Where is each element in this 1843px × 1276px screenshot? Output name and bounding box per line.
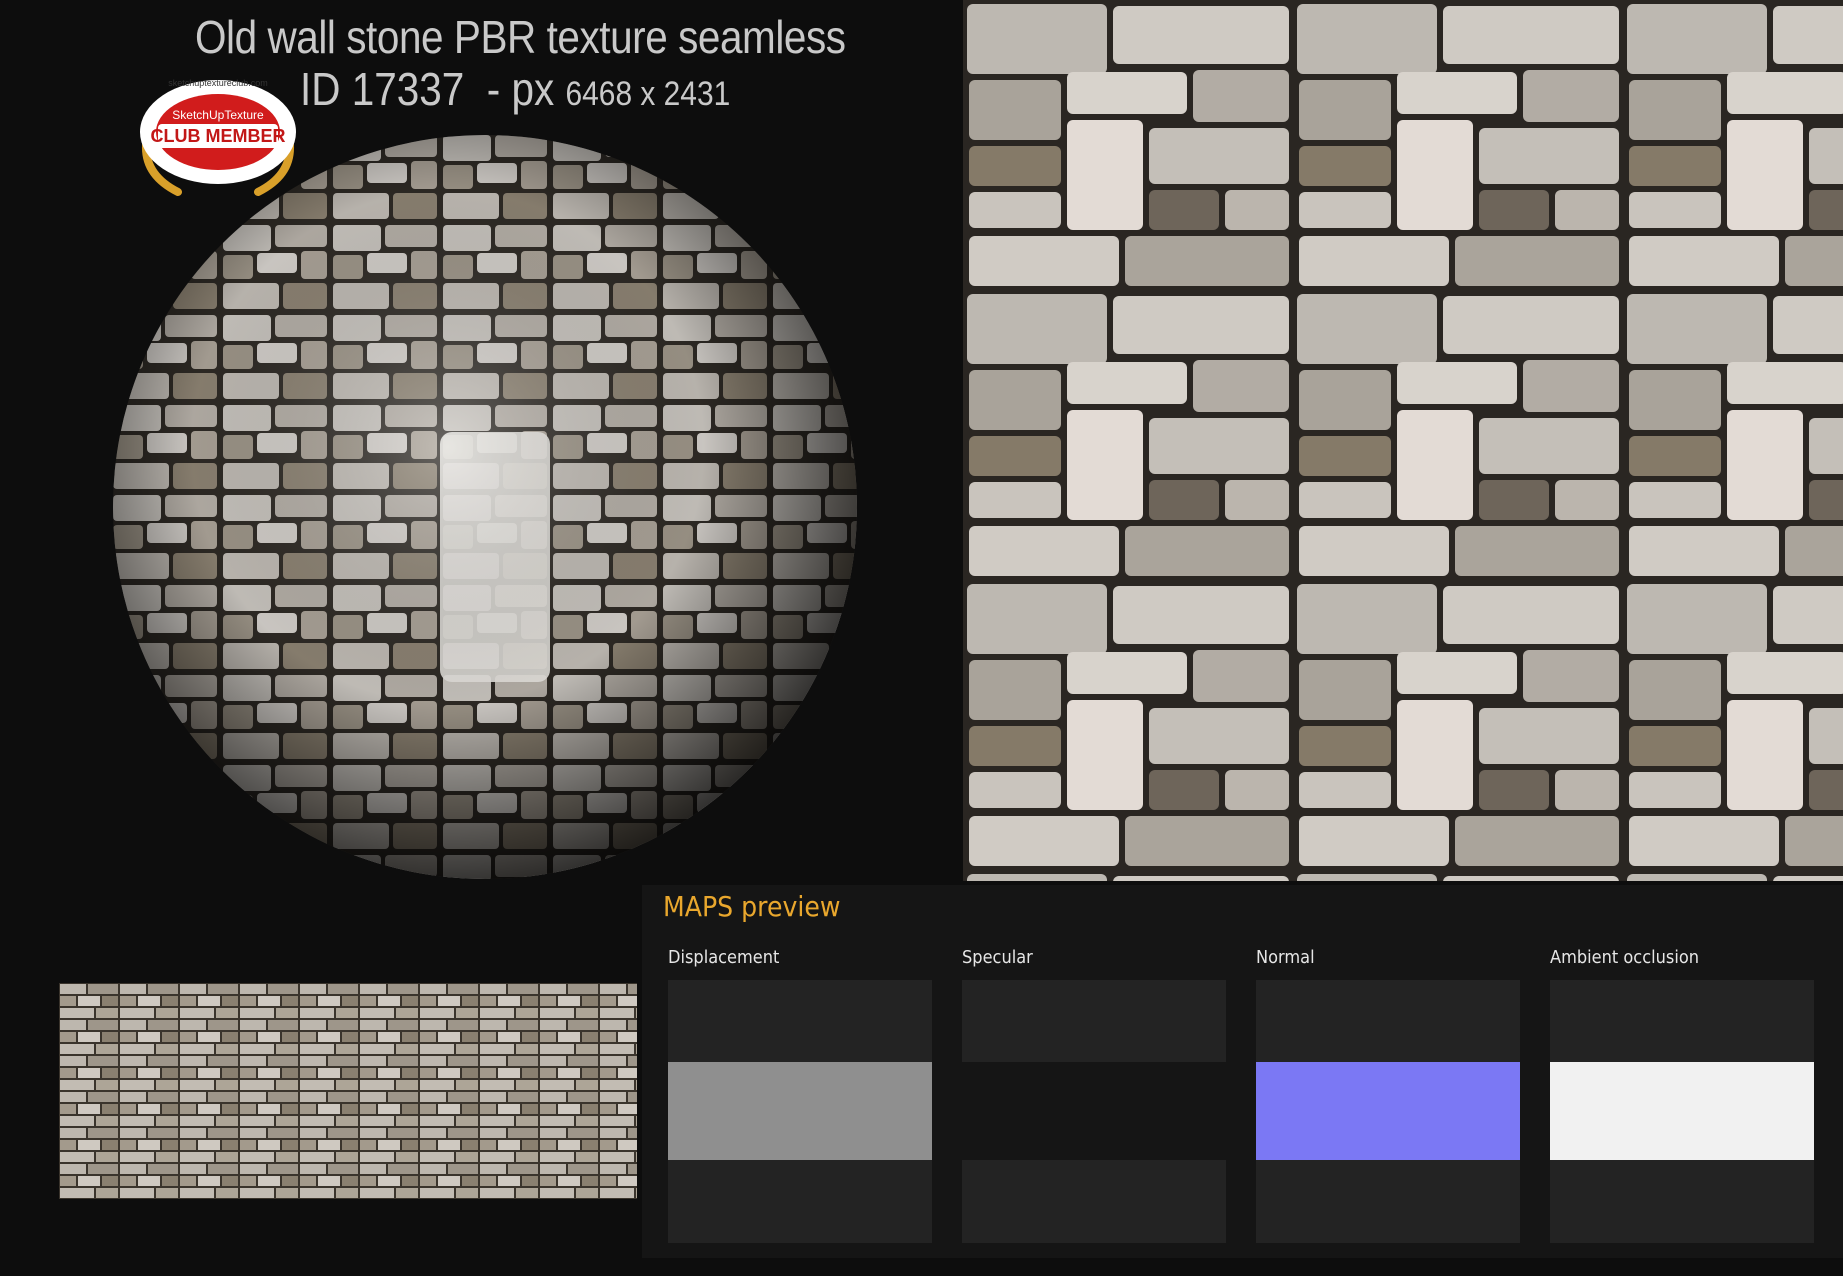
map-thumb-specular[interactable] [962,980,1226,1243]
displacement-map-image [668,1062,932,1160]
texture-dimensions: 6468 x 2431 [565,75,731,113]
badge-ring-text: sketchuptextureclub.com [168,78,268,88]
map-label-ambient-occlusion: Ambient occlusion [1550,947,1700,968]
map-thumb-ambient-occlusion[interactable] [1550,980,1814,1243]
map-thumb-normal[interactable] [1256,980,1520,1243]
specular-map-image [962,1062,1226,1160]
normal-map-image [1256,1062,1520,1160]
badge-top-text: SketchUpTexture [172,108,264,122]
px-prefix: - px [464,63,566,115]
texture-thumbnail [59,983,637,1199]
badge-main-text: CLUB MEMBER [151,126,286,146]
map-label-displacement: Displacement [668,947,780,968]
ambient-occlusion-map-image [1550,1062,1814,1160]
texture-id-line: ID 17337 - px 6468 x 2431 [300,62,730,116]
map-label-specular: Specular [962,947,1033,968]
map-label-normal: Normal [1256,947,1315,968]
map-thumb-displacement[interactable] [668,980,932,1243]
texture-closeup [963,0,1843,881]
texture-id: ID 17337 [300,63,465,115]
club-member-badge: SketchUpTexture CLUB MEMBER sketchuptext… [140,78,296,196]
sphere-preview [113,135,857,879]
page-title: Old wall stone PBR texture seamless [195,11,846,63]
maps-preview-heading: MAPS preview [663,890,841,923]
